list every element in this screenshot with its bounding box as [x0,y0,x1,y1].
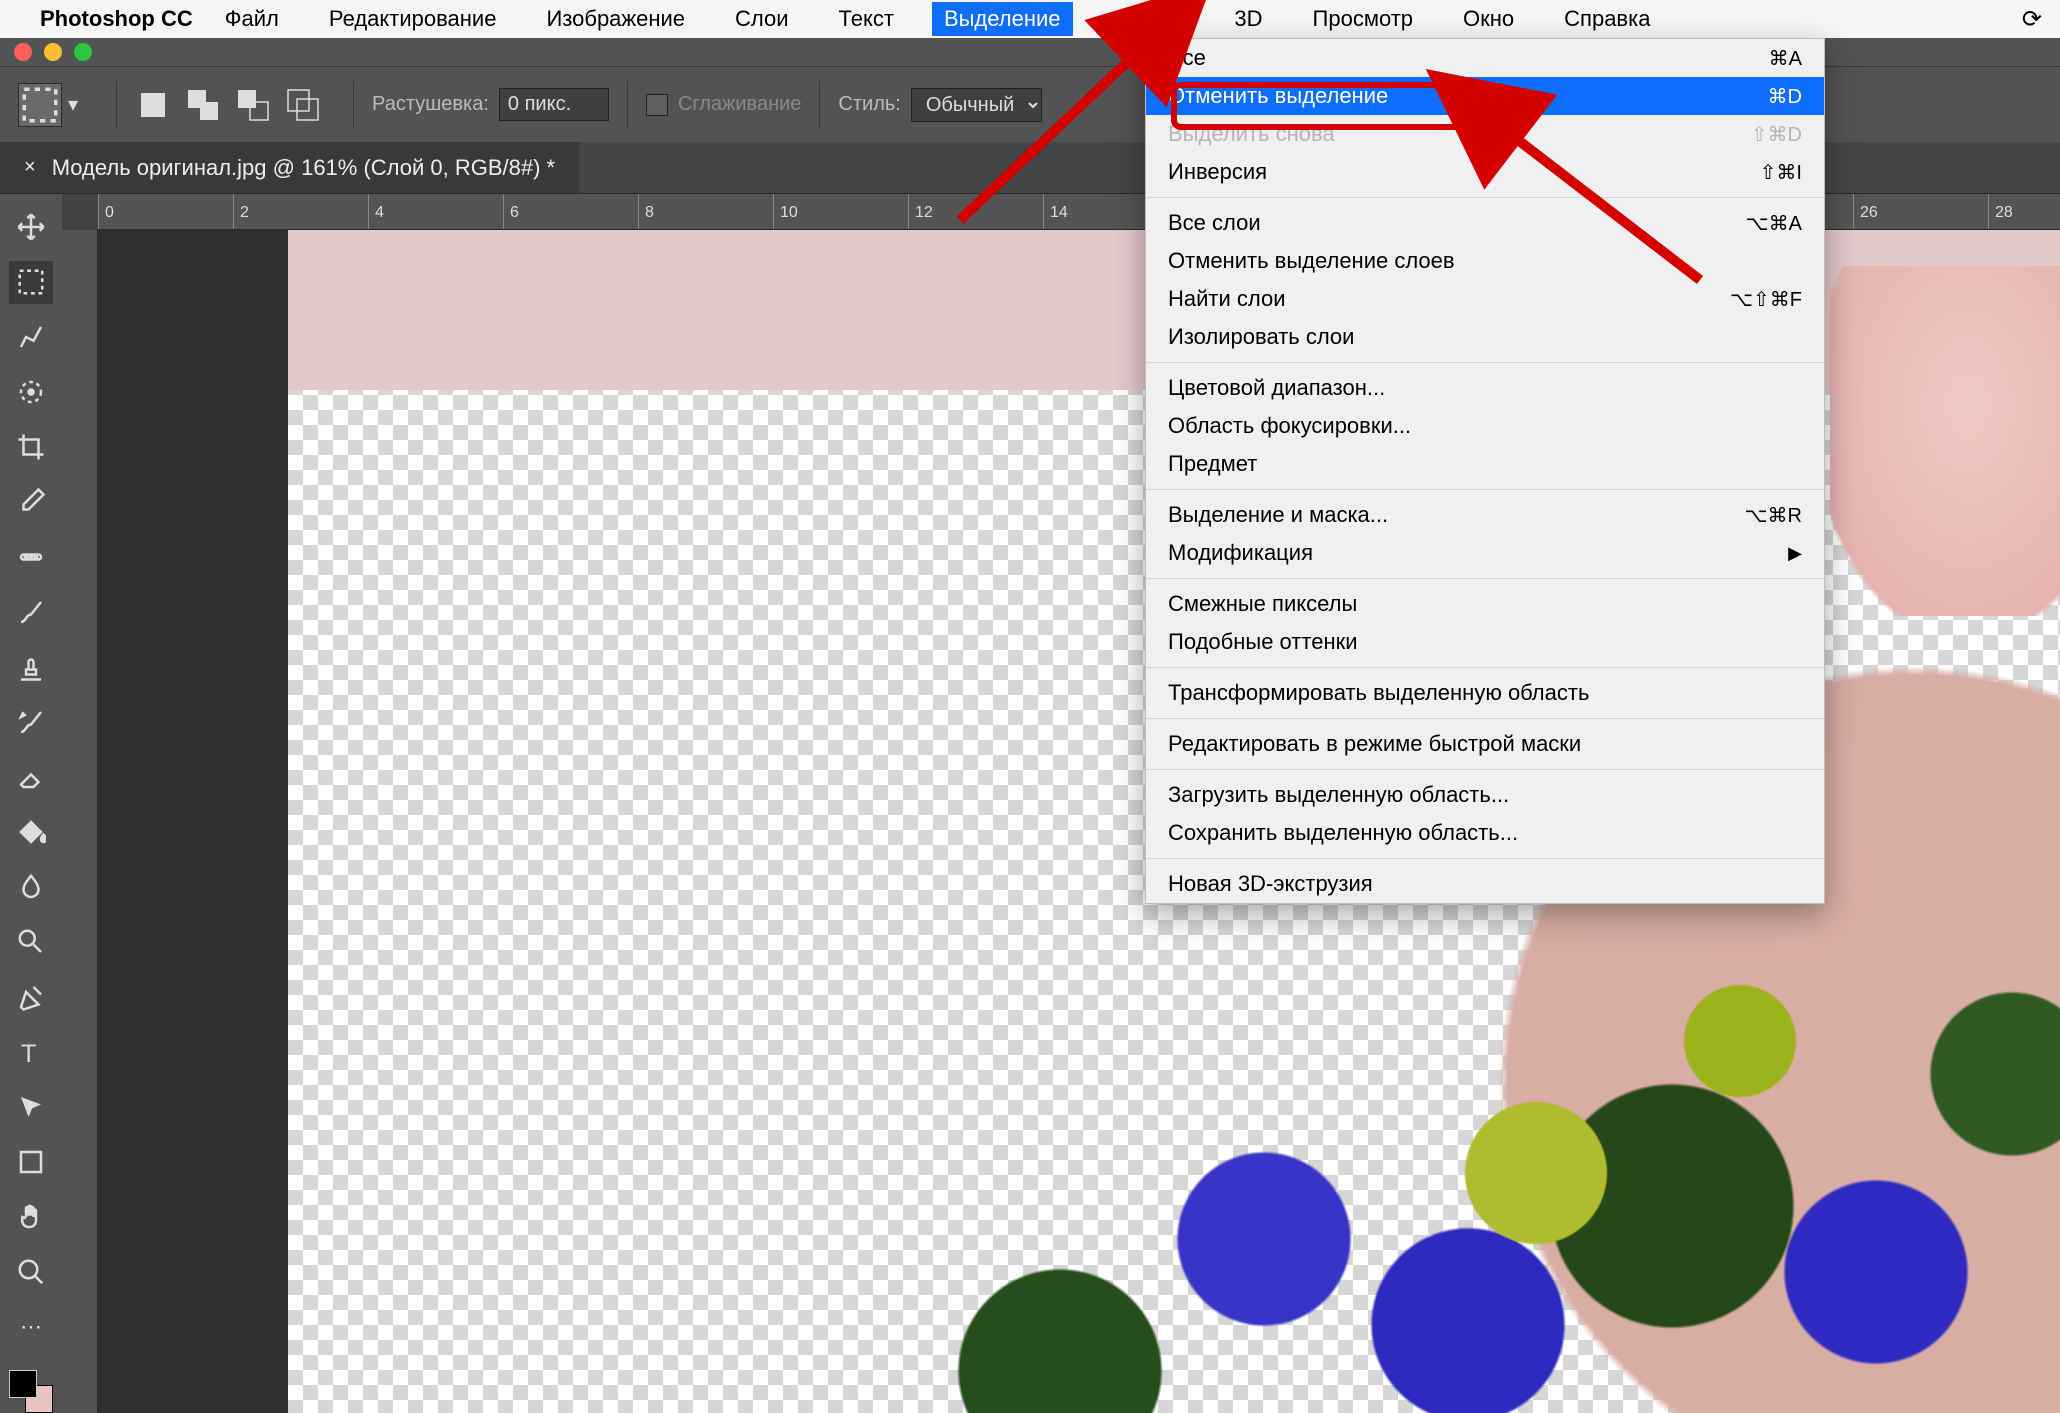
annotation-arrow-1 [0,0,2060,1413]
